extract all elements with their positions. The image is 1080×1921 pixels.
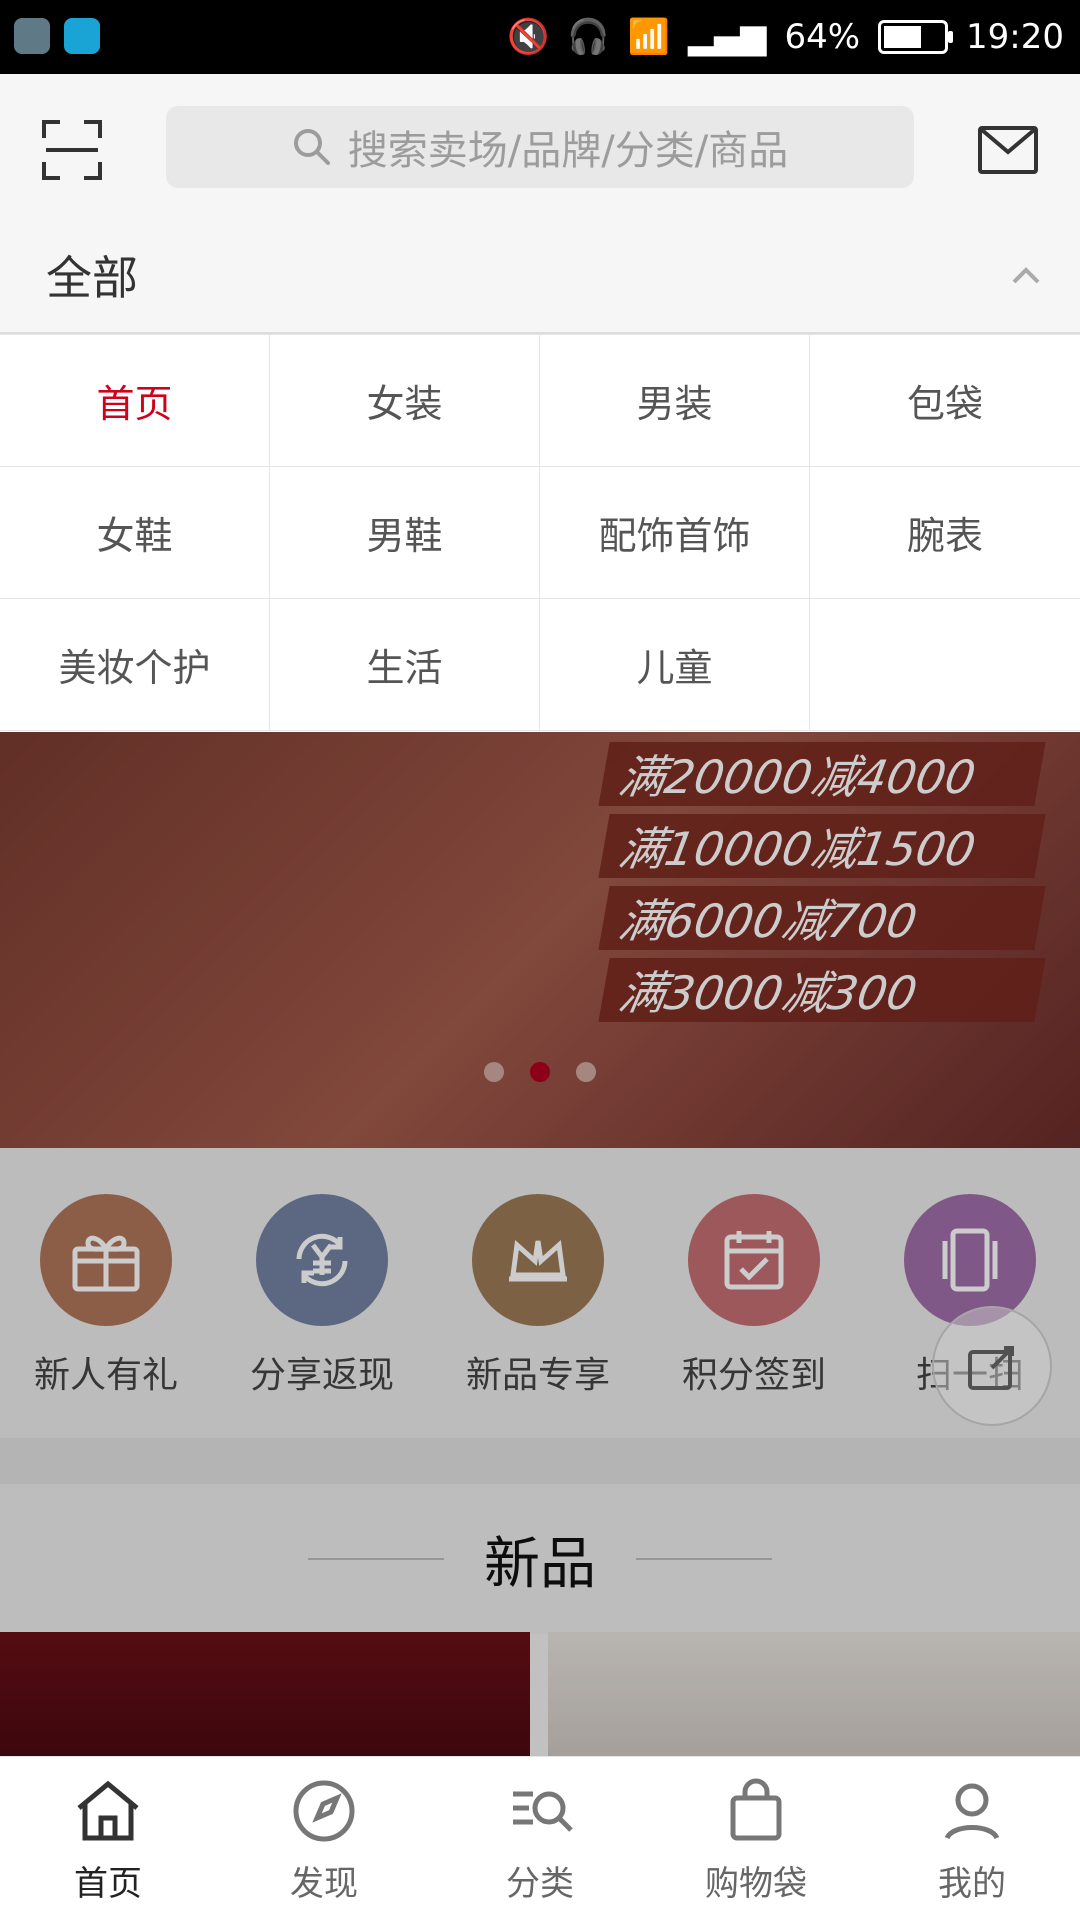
nav-bag[interactable]: 购物袋 bbox=[648, 1757, 864, 1921]
status-left-icons bbox=[14, 18, 100, 54]
chevron-up-icon[interactable] bbox=[1006, 256, 1046, 296]
category-home[interactable]: 首页 bbox=[0, 335, 270, 467]
home-icon bbox=[77, 1780, 139, 1840]
nav-category[interactable]: 分类 bbox=[432, 1757, 648, 1921]
category-watches[interactable]: 腕表 bbox=[810, 467, 1080, 599]
category-life[interactable]: 生活 bbox=[270, 599, 540, 731]
nav-label: 我的 bbox=[938, 1863, 1006, 1904]
search-placeholder: 搜索卖场/品牌/分类/商品 bbox=[347, 128, 789, 174]
scan-icon[interactable] bbox=[40, 118, 104, 182]
all-categories-title: 全部 bbox=[46, 251, 138, 305]
battery-percent: 64% bbox=[784, 17, 861, 57]
category-beauty[interactable]: 美妆个护 bbox=[0, 599, 270, 731]
status-bar: 🔇 🎧 📶 ▂▄▆ 64% 19:20 bbox=[0, 0, 1080, 74]
category-kids[interactable]: 儿童 bbox=[540, 599, 810, 731]
headphones-icon: 🎧 bbox=[567, 17, 610, 57]
nav-home[interactable]: 首页 bbox=[0, 1757, 216, 1921]
category-men-shoes[interactable]: 男鞋 bbox=[270, 467, 540, 599]
bag-icon bbox=[730, 1778, 782, 1840]
category-search-icon bbox=[513, 1791, 573, 1832]
all-categories-row[interactable]: 全部 bbox=[0, 220, 1080, 334]
category-grid: 首页 女装 男装 包袋 女鞋 男鞋 配饰首饰 腕表 美妆个护 生活 儿童 bbox=[0, 334, 1080, 733]
category-accessories[interactable]: 配饰首饰 bbox=[540, 467, 810, 599]
signal-icon: ▂▄▆ bbox=[687, 17, 767, 57]
category-women[interactable]: 女装 bbox=[270, 335, 540, 467]
status-right: 🔇 🎧 📶 ▂▄▆ 64% 19:20 bbox=[507, 0, 1064, 74]
dim-overlay bbox=[0, 732, 1080, 1756]
category-men[interactable]: 男装 bbox=[540, 335, 810, 467]
search-icon bbox=[293, 129, 330, 165]
battery-icon bbox=[878, 20, 954, 54]
nav-label: 首页 bbox=[74, 1863, 142, 1904]
nav-discover[interactable]: 发现 bbox=[216, 1757, 432, 1921]
user-icon bbox=[944, 1783, 1000, 1839]
category-women-shoes[interactable]: 女鞋 bbox=[0, 467, 270, 599]
category-empty bbox=[810, 599, 1080, 731]
wifi-icon: 📶 bbox=[627, 17, 670, 57]
mute-icon: 🔇 bbox=[506, 17, 550, 57]
compass-icon bbox=[293, 1780, 355, 1841]
nav-label: 购物袋 bbox=[705, 1863, 807, 1904]
mail-icon[interactable] bbox=[976, 118, 1040, 182]
nav-me[interactable]: 我的 bbox=[864, 1757, 1080, 1921]
category-bags[interactable]: 包袋 bbox=[810, 335, 1080, 467]
nav-label: 分类 bbox=[506, 1863, 574, 1904]
bull-app-icon bbox=[64, 18, 100, 54]
nav-label: 发现 bbox=[290, 1863, 358, 1904]
search-input[interactable]: 搜索卖场/品牌/分类/商品 bbox=[166, 106, 914, 188]
clock: 19:20 bbox=[966, 17, 1064, 57]
bottom-nav: 首页 发现 分类 购物袋 我的 bbox=[0, 1756, 1080, 1921]
top-header: 搜索卖场/品牌/分类/商品 bbox=[0, 74, 1080, 220]
app-notification-icon bbox=[14, 18, 50, 54]
